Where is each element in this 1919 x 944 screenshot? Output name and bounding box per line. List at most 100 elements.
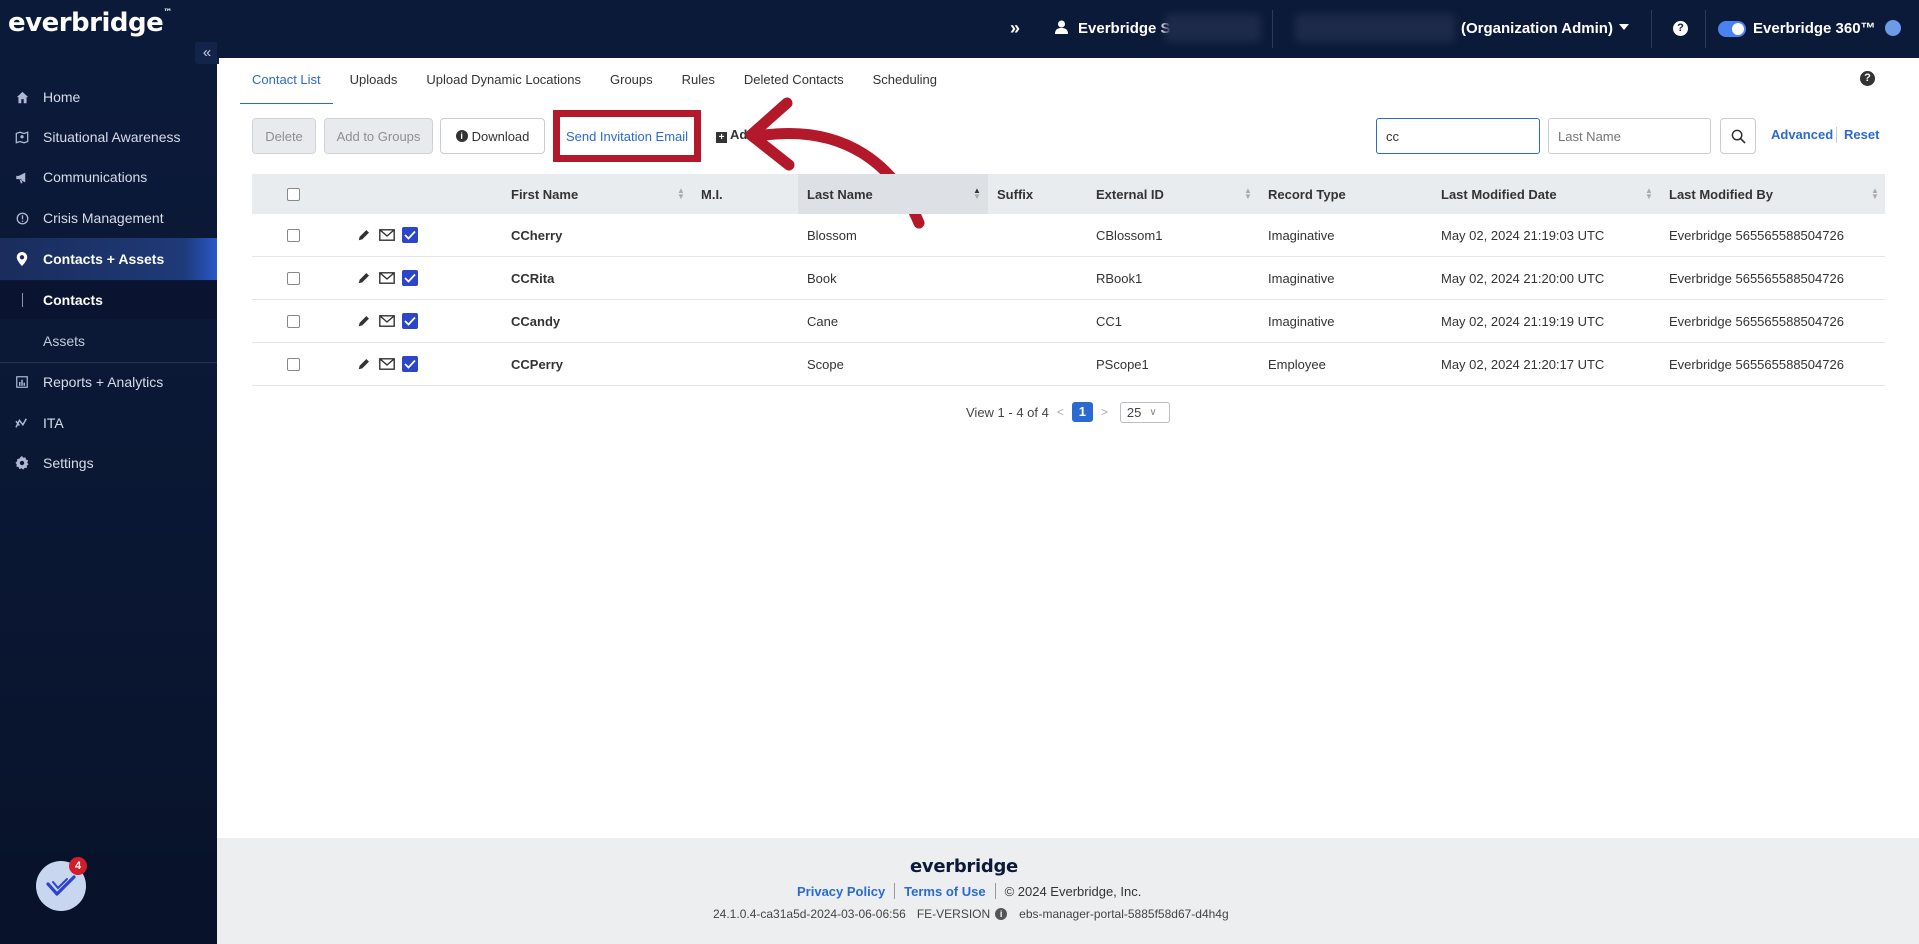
sidebar-subitem-assets[interactable]: Assets — [0, 322, 217, 360]
table-row[interactable]: CCherry Blossom CBlossom1 Imaginative May 02… — [252, 214, 1885, 257]
tab-contact-list[interactable]: Contact List — [240, 68, 333, 104]
send-invitation-email-button[interactable]: Send Invitation Email — [560, 118, 694, 154]
cell-last-modified-by: Everbridge 565565588504726 — [1669, 313, 1844, 329]
page-size-value: 25 — [1126, 404, 1142, 420]
page-help-icon[interactable]: ? — [1860, 71, 1875, 86]
table-row[interactable]: CCPerry Scope PScope1 Employee May 02, 2024 … — [252, 343, 1885, 386]
sidebar-item-home[interactable]: Home — [0, 77, 217, 117]
plus-icon: + — [716, 132, 727, 143]
email-icon[interactable] — [379, 227, 395, 243]
cell-first-name: CCRita — [511, 270, 555, 286]
last-name-search-input[interactable] — [1548, 118, 1711, 154]
privacy-policy-link[interactable]: Privacy Policy — [797, 884, 885, 899]
edit-icon[interactable] — [356, 270, 372, 286]
sidebar-item-reports-analytics[interactable]: Reports + Analytics — [0, 362, 217, 402]
cell-last-modified-date: May 02, 2024 21:20:17 UTC — [1441, 356, 1605, 372]
advanced-search-link[interactable]: Advanced — [1771, 127, 1833, 142]
everbridge-360-toggle[interactable] — [1718, 21, 1746, 37]
redacted-organization-name — [1295, 14, 1455, 42]
cell-record-type: Employee — [1268, 356, 1326, 372]
cell-last-name: Book — [807, 270, 837, 286]
download-label: Download — [471, 128, 530, 144]
page-size-select[interactable]: 25 ∨ — [1119, 401, 1170, 423]
edit-icon[interactable] — [356, 356, 372, 372]
header-suffix[interactable]: Suffix — [997, 174, 1033, 214]
reset-search-link[interactable]: Reset — [1844, 127, 1879, 142]
header-record-type[interactable]: Record Type — [1268, 174, 1346, 214]
email-icon[interactable] — [379, 270, 395, 286]
edit-icon[interactable] — [356, 313, 372, 329]
tab-groups[interactable]: Groups — [598, 68, 665, 104]
tab-uploads[interactable]: Uploads — [338, 68, 410, 104]
select-all-checkbox[interactable] — [287, 187, 300, 201]
sidebar-item-contacts-assets[interactable]: Contacts + Assets — [0, 238, 217, 280]
header-mi[interactable]: M.I. — [701, 174, 723, 214]
row-checkbox[interactable] — [287, 271, 300, 285]
copyright: © 2024 Everbridge, Inc. — [1004, 883, 1142, 899]
verified-check-icon[interactable] — [402, 227, 418, 243]
sidebar-item-communications[interactable]: Communications — [0, 157, 217, 197]
sidebar-subitem-label: Contacts — [43, 292, 103, 308]
collapse-sidebar-icon[interactable]: « — [195, 42, 219, 64]
header-last-modified-by[interactable]: Last Modified By — [1669, 174, 1773, 214]
info-icon[interactable]: i — [995, 908, 1008, 920]
verified-check-icon[interactable] — [402, 270, 418, 286]
tab-upload-dynamic-locations[interactable]: Upload Dynamic Locations — [414, 68, 593, 104]
cell-last-modified-date: May 02, 2024 21:19:19 UTC — [1441, 313, 1605, 329]
footer: everbridge Privacy Policy Terms of Use ©… — [217, 838, 1919, 944]
sidebar-item-situational-awareness[interactable]: Situational Awareness — [0, 117, 217, 157]
sort-icon[interactable]: ▲ ▼ — [1871, 187, 1879, 201]
organization-dropdown-icon[interactable] — [1619, 24, 1629, 30]
previous-page-icon[interactable]: < — [1057, 405, 1064, 419]
sidebar-item-label: Situational Awareness — [43, 129, 181, 145]
verified-check-icon[interactable] — [402, 313, 418, 329]
row-checkbox[interactable] — [287, 228, 300, 242]
cell-record-type: Imaginative — [1268, 270, 1335, 286]
cell-first-name: CCherry — [511, 227, 563, 243]
help-icon[interactable]: ? — [1673, 21, 1688, 36]
topbar-separator — [1705, 10, 1706, 48]
delete-button[interactable]: Delete — [252, 118, 316, 154]
email-icon[interactable] — [379, 356, 395, 372]
expand-icon[interactable]: » — [1010, 18, 1020, 39]
user-name[interactable]: Everbridge S — [1078, 20, 1171, 37]
server-name: ebs-manager-portal-5885f58d67-d4h4g — [1019, 907, 1229, 921]
sidebar-item-label: Contacts + Assets — [43, 251, 165, 267]
header-external-id[interactable]: External ID — [1096, 174, 1164, 214]
terms-of-use-link[interactable]: Terms of Use — [904, 884, 985, 899]
next-page-icon[interactable]: > — [1101, 405, 1108, 419]
fe-version-label: FE-VERSION — [916, 907, 991, 921]
organization-role[interactable]: (Organization Admin) — [1461, 20, 1613, 37]
sort-icon[interactable]: ▲ ▼ — [1244, 187, 1252, 201]
sidebar-item-label: Communications — [43, 169, 148, 185]
sort-icon[interactable]: ▲ ▼ — [677, 187, 685, 201]
header-last-name[interactable]: Last Name — [807, 174, 873, 214]
header-first-name[interactable]: First Name — [511, 174, 578, 214]
everbridge-logo[interactable]: everbridge™ — [8, 8, 172, 38]
email-icon[interactable] — [379, 313, 395, 329]
pagination-summary: View 1 - 4 of 4 — [966, 404, 1049, 420]
sidebar-item-crisis-management[interactable]: Crisis Management — [0, 198, 217, 238]
row-checkbox[interactable] — [287, 357, 300, 371]
sidebar-item-settings[interactable]: Settings — [0, 443, 217, 483]
download-button[interactable]: i Download — [440, 118, 545, 154]
table-body: CCherry Blossom CBlossom1 Imaginative May 02… — [252, 214, 1885, 386]
cell-record-type: Imaginative — [1268, 313, 1335, 329]
app-menu-icon[interactable] — [1885, 20, 1901, 36]
add-to-groups-button[interactable]: Add to Groups — [324, 118, 433, 154]
sidebar-item-ita[interactable]: ITA — [0, 403, 217, 443]
sidebar-subitem-contacts[interactable]: Contacts — [0, 281, 217, 319]
edit-icon[interactable] — [356, 227, 372, 243]
table-row[interactable]: CCRita Book RBook1 Imaginative May 02, 2024 … — [252, 257, 1885, 300]
current-page-button[interactable]: 1 — [1071, 402, 1093, 422]
table-row[interactable]: CCandy Cane CC1 Imaginative May 02, 2024 21:… — [252, 300, 1885, 343]
search-button[interactable] — [1720, 118, 1756, 154]
tab-rules[interactable]: Rules — [670, 68, 727, 104]
product-name: Everbridge 360™ — [1753, 20, 1876, 37]
first-name-search-input[interactable] — [1376, 118, 1540, 154]
sort-icon[interactable]: ▲ ▼ — [1645, 187, 1653, 201]
sort-ascending-icon[interactable]: ▲ ▼ — [973, 187, 981, 201]
header-last-modified-date[interactable]: Last Modified Date — [1441, 174, 1557, 214]
verified-check-icon[interactable] — [402, 356, 418, 372]
row-checkbox[interactable] — [287, 314, 300, 328]
